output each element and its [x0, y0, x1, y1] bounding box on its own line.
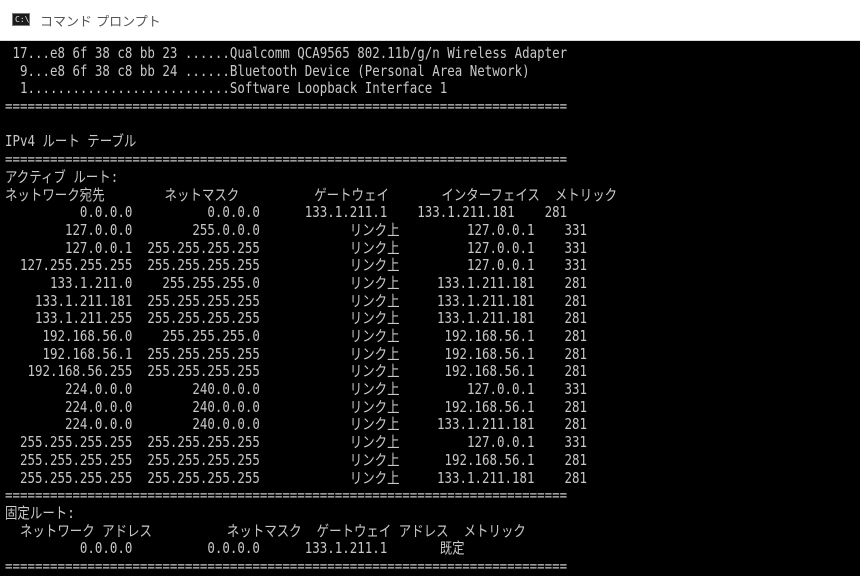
table-row: 127.0.0.1 255.255.255.255 リンク上 127.0.0.1…	[4, 238, 587, 257]
separator-line: ========================================…	[4, 486, 568, 505]
title-bar[interactable]: C:\ コマンド プロンプト	[0, 0, 860, 41]
table-row: 192.168.56.255 255.255.255.255 リンク上 192.…	[4, 362, 587, 381]
subsection-title: アクティブ ルート:	[4, 167, 119, 186]
table-row: 224.0.0.0 240.0.0.0 リンク上 133.1.211.181 2…	[4, 415, 587, 434]
table-row: 127.255.255.255 255.255.255.255 リンク上 127…	[4, 256, 587, 275]
section-title: IPv4 ルート テーブル	[4, 132, 137, 151]
separator-line: ========================================…	[4, 150, 568, 169]
console-output-area[interactable]: 17...e8 6f 38 c8 bb 23 ......Qualcomm QC…	[0, 41, 860, 576]
table-row: 133.1.211.255 255.255.255.255 リンク上 133.1…	[4, 309, 587, 328]
table-header: ネットワーク アドレス ネットマスク ゲートウェイ アドレス メトリック	[4, 521, 526, 540]
console-app-icon: C:\	[12, 13, 30, 26]
table-row: 255.255.255.255 255.255.255.255 リンク上 192…	[4, 450, 587, 469]
console-line: 9...e8 6f 38 c8 bb 24 ......Bluetooth De…	[4, 61, 530, 80]
console-line: 1...........................Software Loo…	[4, 79, 448, 98]
command-prompt-window: C:\ コマンド プロンプト 17...e8 6f 38 c8 bb 23 ..…	[0, 0, 860, 576]
table-row: 133.1.211.0 255.255.255.0 リンク上 133.1.211…	[4, 273, 587, 292]
console-text: 17...e8 6f 38 c8 bb 23 ......Qualcomm QC…	[0, 41, 714, 576]
table-row: 255.255.255.255 255.255.255.255 リンク上 133…	[4, 468, 587, 487]
table-header: ネットワーク宛先 ネットマスク ゲートウェイ インターフェイス メトリック	[4, 185, 618, 204]
table-row: 224.0.0.0 240.0.0.0 リンク上 127.0.0.1 331	[4, 380, 587, 399]
table-row: 0.0.0.0 0.0.0.0 133.1.211.1 133.1.211.18…	[4, 203, 568, 222]
table-row: 255.255.255.255 255.255.255.255 リンク上 127…	[4, 433, 587, 452]
window-title: コマンド プロンプト	[40, 15, 161, 30]
table-row: 127.0.0.0 255.0.0.0 リンク上 127.0.0.1 331	[4, 220, 587, 239]
table-row: 192.168.56.1 255.255.255.255 リンク上 192.16…	[4, 344, 587, 363]
separator-line: ========================================…	[4, 97, 568, 116]
table-row: 133.1.211.181 255.255.255.255 リンク上 133.1…	[4, 291, 587, 310]
table-row: 192.168.56.0 255.255.255.0 リンク上 192.168.…	[4, 327, 587, 345]
separator-line: ========================================…	[4, 556, 568, 575]
table-row: 224.0.0.0 240.0.0.0 リンク上 192.168.56.1 28…	[4, 397, 587, 416]
subsection-title: 固定ルート:	[4, 503, 75, 522]
console-line: 17...e8 6f 38 c8 bb 23 ......Qualcomm QC…	[4, 44, 568, 62]
console-app-icon-label: C:\	[15, 15, 30, 24]
table-row: 0.0.0.0 0.0.0.0 133.1.211.1 既定	[4, 539, 465, 558]
